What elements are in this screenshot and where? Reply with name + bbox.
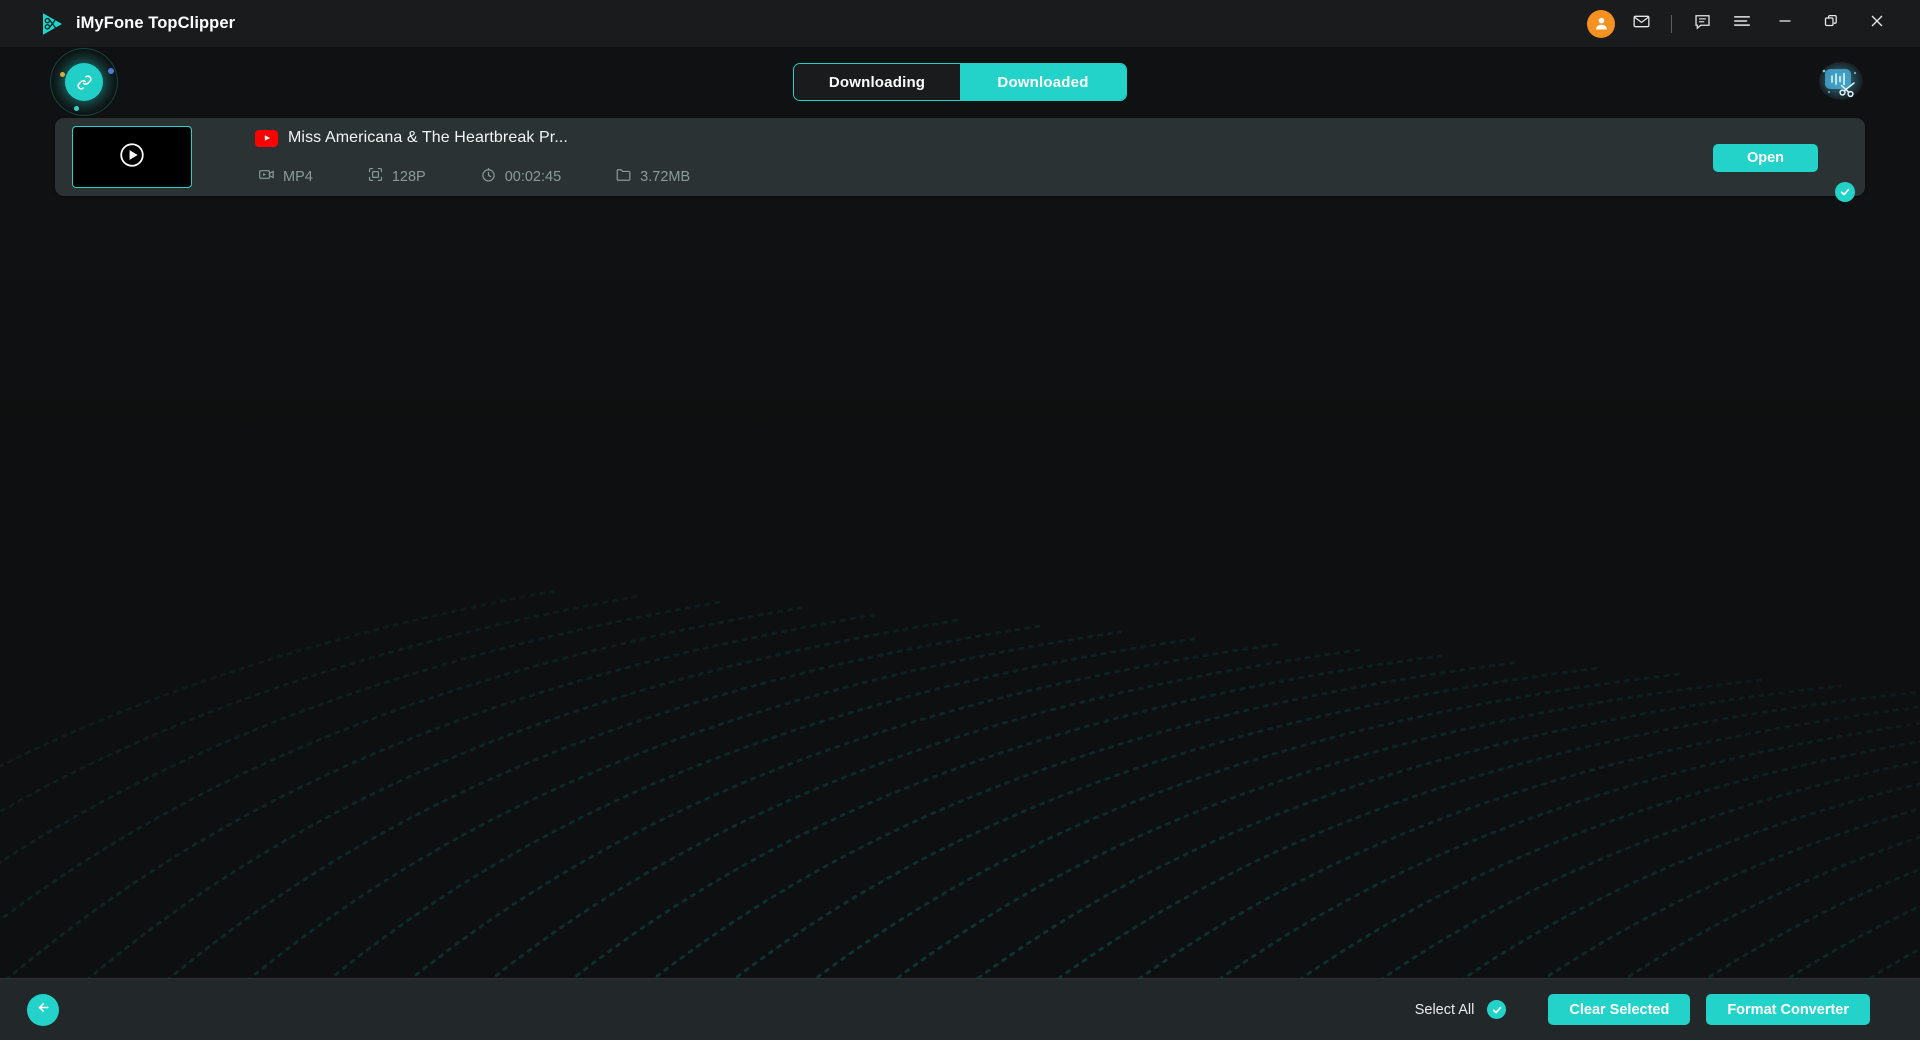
video-meta-row: MP4 128P: [258, 166, 690, 187]
meta-resolution: 128P: [367, 166, 426, 187]
menu-button[interactable]: [1722, 4, 1762, 44]
app-window: iMyFone TopClipper: [0, 0, 1920, 1040]
select-all-control[interactable]: Select All: [1415, 1000, 1507, 1019]
bottom-action-bar: Select All Clear Selected Format Convert…: [0, 978, 1920, 1040]
youtube-icon: [255, 130, 278, 147]
tab-downloaded[interactable]: Downloaded: [960, 64, 1126, 100]
bottom-bar-actions: Select All Clear Selected Format Convert…: [1415, 994, 1870, 1025]
decor-dot-orange: [60, 72, 65, 77]
titlebar-divider: [1671, 15, 1672, 33]
restore-window-icon: [1823, 13, 1839, 34]
clear-selected-button[interactable]: Clear Selected: [1548, 994, 1690, 1025]
meta-resolution-value: 128P: [392, 169, 426, 185]
minimize-button[interactable]: [1762, 4, 1808, 44]
chat-bubble-icon: [1693, 12, 1712, 36]
decor-dot-teal: [74, 106, 79, 111]
select-all-label: Select All: [1415, 1002, 1475, 1018]
meta-format-value: MP4: [283, 169, 313, 185]
meta-format: MP4: [258, 166, 313, 187]
titlebar-actions: [1581, 4, 1900, 44]
back-button[interactable]: [27, 994, 59, 1026]
content-header: Downloading Downloaded: [0, 47, 1920, 115]
folder-icon: [615, 166, 632, 187]
meta-size-value: 3.72MB: [640, 169, 690, 185]
play-circle-icon: [117, 140, 147, 175]
feedback-button[interactable]: [1682, 4, 1722, 44]
close-icon: [1869, 13, 1885, 34]
app-title: iMyFone TopClipper: [76, 14, 235, 33]
hamburger-menu-icon: [1732, 11, 1752, 36]
video-file-icon: [258, 166, 275, 187]
paste-link-button[interactable]: [58, 56, 110, 108]
close-button[interactable]: [1854, 4, 1900, 44]
video-title-row: Miss Americana & The Heartbreak Pr...: [255, 129, 568, 147]
download-item-card[interactable]: Miss Americana & The Heartbreak Pr... MP…: [55, 118, 1865, 196]
title-bar: iMyFone TopClipper: [0, 0, 1920, 47]
minimize-icon: [1777, 13, 1793, 34]
scissors-play-logo-icon: [38, 10, 65, 37]
clock-icon: [480, 166, 497, 187]
video-title: Miss Americana & The Heartbreak Pr...: [288, 129, 568, 147]
mail-icon: [1632, 12, 1651, 36]
meta-duration-value: 00:02:45: [505, 169, 561, 185]
download-state-tabs: Downloading Downloaded: [793, 63, 1127, 101]
meta-size: 3.72MB: [615, 166, 690, 187]
format-converter-button[interactable]: Format Converter: [1706, 994, 1870, 1025]
resolution-icon: [367, 166, 384, 187]
user-avatar-icon: [1587, 10, 1615, 38]
tab-downloading[interactable]: Downloading: [794, 64, 960, 100]
item-selected-check-icon[interactable]: [1835, 182, 1855, 202]
open-button[interactable]: Open: [1713, 144, 1818, 172]
select-all-checkbox-icon[interactable]: [1487, 1000, 1506, 1019]
video-thumbnail[interactable]: [72, 126, 192, 188]
account-avatar-button[interactable]: [1581, 4, 1621, 44]
app-brand: iMyFone TopClipper: [38, 10, 235, 37]
video-cutter-button[interactable]: [1818, 61, 1864, 103]
mail-button[interactable]: [1621, 4, 1661, 44]
chain-link-icon: [65, 63, 103, 101]
decor-dot-blue: [108, 68, 114, 74]
arrow-left-icon: [35, 999, 52, 1021]
meta-duration: 00:02:45: [480, 166, 561, 187]
maximize-button[interactable]: [1808, 4, 1854, 44]
